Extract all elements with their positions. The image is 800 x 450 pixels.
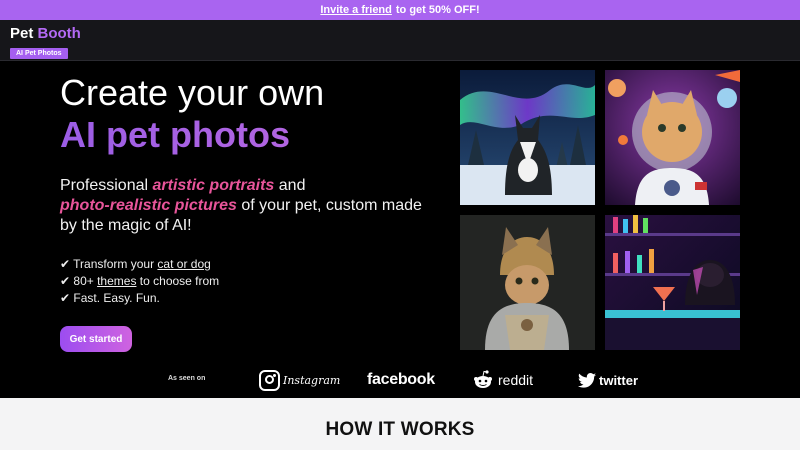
reddit-logo: reddit	[472, 368, 533, 392]
site-header: Pet Booth AI Pet Photos	[0, 20, 800, 61]
cat-or-dog-link[interactable]: cat or dog	[157, 257, 210, 271]
facebook-logo: facebook	[367, 368, 435, 392]
reddit-wordmark: reddit	[498, 372, 534, 388]
hero-title-line1: Create your own	[60, 72, 325, 113]
reddit-alien-icon	[474, 370, 492, 388]
feature-list: ✔ Transform your cat or dog ✔ 80+ themes…	[60, 256, 430, 307]
logo[interactable]: Pet Booth AI Pet Photos	[10, 25, 81, 60]
desc-highlight-artistic: artistic portraits	[152, 177, 275, 194]
hero-title-line2: AI pet photos	[60, 114, 430, 156]
husky-northern-lights-image	[460, 70, 595, 205]
twitter-logo: twitter	[578, 368, 638, 392]
logo-word-pet: Pet	[10, 25, 34, 42]
instagram-wordmark: Instagram	[283, 373, 341, 387]
how-it-works-section: HOW IT WORKS	[0, 398, 800, 450]
knight-cat-image	[460, 215, 595, 350]
facebook-wordmark: facebook	[367, 371, 435, 388]
logo-word-booth: Booth	[37, 25, 81, 42]
feature-text: ✔ Fast. Easy. Fun.	[60, 291, 160, 305]
feature-item: ✔ Transform your cat or dog	[60, 256, 430, 273]
hero-description: Professional artistic portraits and phot…	[60, 176, 430, 236]
desc-text: Professional	[60, 177, 149, 194]
as-seen-on-bar: As seen on Instagram facebook reddit twi…	[0, 362, 800, 398]
hero-section: Create your own AI pet photos Profession…	[60, 72, 430, 307]
logo-badge: AI Pet Photos	[10, 48, 68, 59]
instagram-logo: Instagram	[259, 368, 340, 392]
desc-text: and	[278, 177, 306, 194]
promo-text: to get 50% OFF!	[395, 4, 480, 16]
feature-text: ✔ Transform your	[60, 257, 155, 271]
logo-title: Pet Booth	[10, 25, 81, 42]
as-seen-on-label: As seen on	[168, 375, 206, 382]
desc-highlight-realistic: photo-realistic pictures	[60, 197, 237, 214]
dog-bar-cocktail-image	[605, 215, 740, 350]
promo-bar: Invite a friend to get 50% OFF!	[0, 0, 800, 20]
invite-friend-link[interactable]: Invite a friend	[320, 4, 392, 16]
themes-link[interactable]: themes	[97, 274, 136, 288]
twitter-bird-icon	[578, 372, 596, 388]
get-started-button[interactable]: Get started	[60, 326, 132, 352]
how-it-works-title: HOW IT WORKS	[325, 419, 475, 440]
instagram-icon	[259, 369, 280, 391]
feature-item: ✔ 80+ themes to choose from	[60, 273, 430, 290]
astronaut-cat-image	[605, 70, 740, 205]
feature-text: to choose from	[139, 274, 220, 288]
feature-item: ✔ Fast. Easy. Fun.	[60, 290, 430, 307]
feature-text: ✔ 80+	[60, 274, 94, 288]
twitter-wordmark: twitter	[599, 372, 638, 388]
